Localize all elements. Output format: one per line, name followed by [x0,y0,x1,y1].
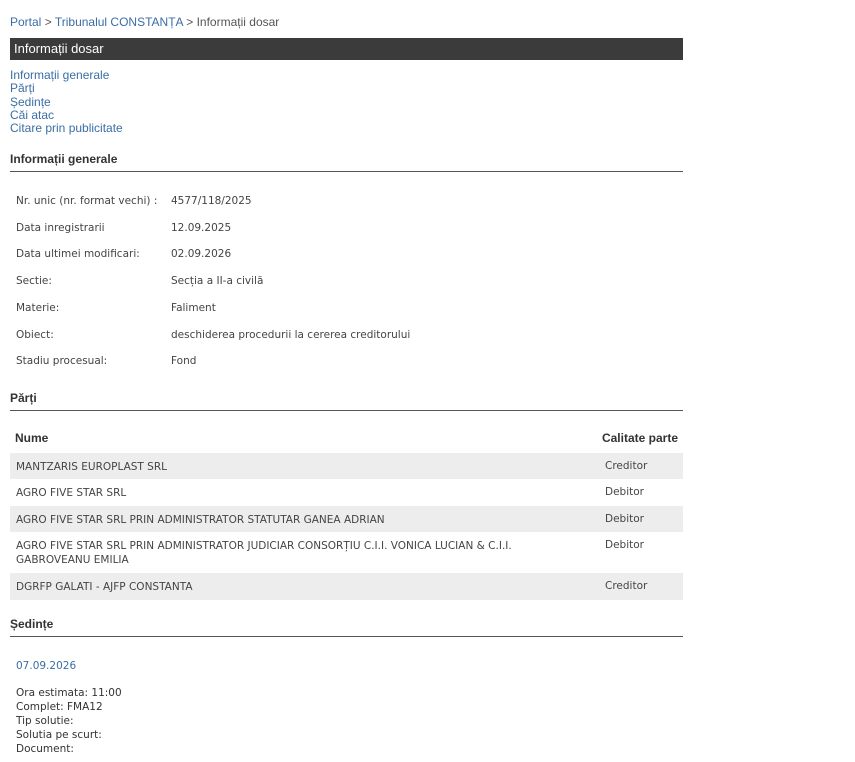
hearing-panel: Complet: FMA12 [16,701,103,713]
table-row: AGRO FIVE STAR SRL Debitor [10,479,683,506]
parti-table-header: Nume Calitate parte [10,428,683,448]
info-value: 12.09.2025 [171,221,232,234]
party-name: AGRO FIVE STAR SRL PRIN ADMINISTRATOR JU… [16,540,512,566]
party-role: Creditor [605,460,648,472]
info-value: 4577/118/2025 [171,195,252,207]
party-name: AGRO FIVE STAR SRL PRIN ADMINISTRATOR ST… [16,514,385,526]
hearing-solution-type: Tip solutie: [16,715,74,727]
toc-link-informatii-generale[interactable]: Informații generale [10,68,123,82]
hearing-time: Ora estimata: 11:00 [16,687,122,699]
breadcrumb-separator: > [186,15,194,29]
breadcrumb-current: Informații dosar [196,15,280,29]
table-row: DGRFP GALATI - AJFP CONSTANTA Creditor [10,573,683,600]
info-label: Sectie: [16,275,52,288]
breadcrumb-portal-link[interactable]: Portal [10,15,41,29]
breadcrumb-separator: > [44,15,52,29]
column-header-calitate: Calitate parte [601,431,678,445]
info-value: Fond [171,355,197,368]
party-role: Debitor [605,486,644,498]
table-row: AGRO FIVE STAR SRL PRIN ADMINISTRATOR JU… [10,532,683,573]
party-role: Debitor [605,513,644,525]
column-header-nume: Nume [15,431,49,445]
info-label: Data inregistrarii [16,221,105,234]
party-name: AGRO FIVE STAR SRL [16,487,127,499]
toc-link-sedinte[interactable]: Ședințe [10,95,123,109]
info-label: Data ultimei modificari: [16,248,140,261]
info-label: Obiect: [16,328,54,341]
breadcrumb-court-link[interactable]: Tribunalul CONSTANȚA [55,15,183,29]
toc-link-parti[interactable]: Părți [10,81,123,95]
party-role: Debitor [605,539,644,551]
hearing-date-link[interactable]: 07.09.2026 [16,660,76,672]
breadcrumb: Portal > Tribunalul CONSTANȚA > Informaț… [10,15,279,29]
party-name: DGRFP GALATI - AJFP CONSTANTA [16,581,193,593]
info-value: 02.09.2026 [171,248,232,261]
info-value: deschiderea procedurii la cererea credit… [171,328,411,341]
info-value: Secția a II-a civilă [171,275,264,288]
general-info-heading: Informații generale [10,152,683,172]
page-title: Informații dosar [10,38,683,60]
info-label: Materie: [16,301,60,314]
info-label: Nr. unic (nr. format vechi) : [16,195,158,207]
parti-heading: Părți [10,391,683,411]
party-role: Creditor [605,580,648,592]
section-navigation: Informații generale Părți Ședințe Căi at… [10,68,123,135]
table-row: MANTZARIS EUROPLAST SRL Creditor [10,453,683,479]
sedinte-heading: Ședințe [10,617,683,637]
info-label: Stadiu procesual: [16,355,108,368]
info-value: Faliment [171,301,216,314]
hearing-details: Ora estimata: 11:00 Complet: FMA12 Tip s… [16,686,122,756]
toc-link-citare[interactable]: Citare prin publicitate [10,121,123,135]
hearing-document: Document: [16,743,74,755]
party-name: MANTZARIS EUROPLAST SRL [16,461,167,473]
hearing-solution-summary: Solutia pe scurt: [16,729,102,741]
toc-link-cai-atac[interactable]: Căi atac [10,108,123,122]
table-row: AGRO FIVE STAR SRL PRIN ADMINISTRATOR ST… [10,506,683,532]
